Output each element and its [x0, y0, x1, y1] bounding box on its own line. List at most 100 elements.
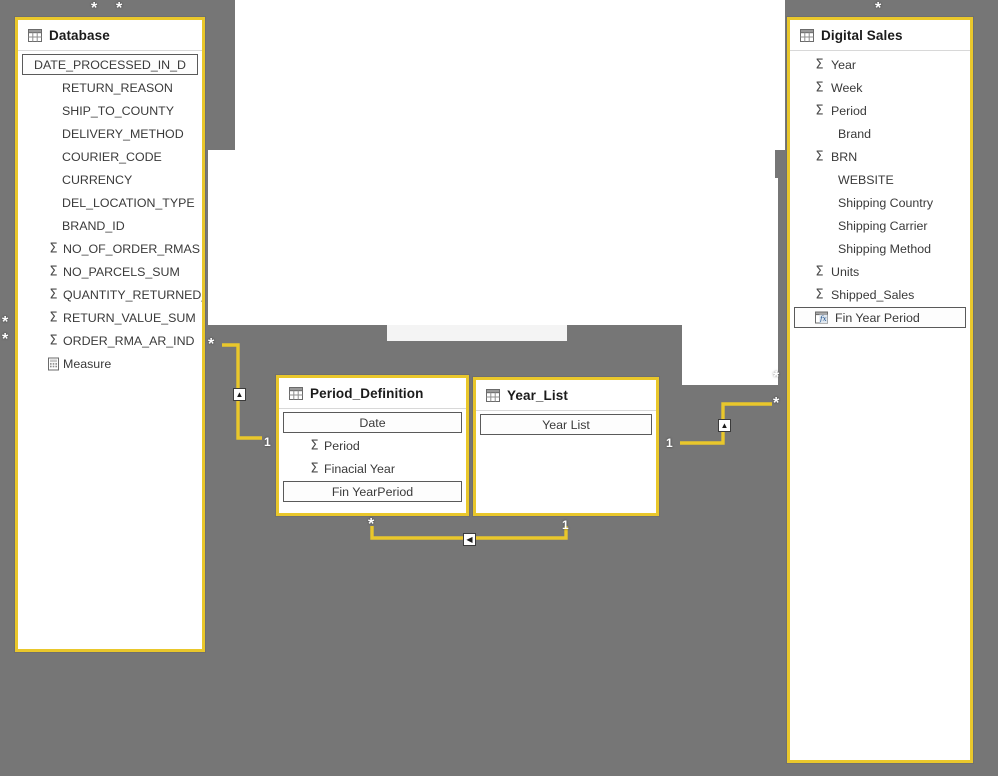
field-label: Units: [831, 264, 860, 279]
field-no-of-order-rmas[interactable]: Σ NO_OF_ORDER_RMAS: [18, 237, 202, 260]
cardinality-db-right-stub: *: [208, 336, 215, 353]
calculated-column-icon: fx: [814, 310, 829, 325]
cardinality-db-top-left: *: [91, 0, 98, 17]
field-shipped-sales[interactable]: Σ Shipped_Sales: [790, 283, 970, 306]
sigma-icon: Σ: [49, 264, 58, 279]
field-brn[interactable]: Σ BRN: [790, 145, 970, 168]
field-period[interactable]: Σ Period: [279, 434, 466, 457]
field-del-location-type[interactable]: DEL_LOCATION_TYPE: [18, 191, 202, 214]
crossfilter-arrow-period-yearlist[interactable]: ◀: [463, 533, 476, 546]
table-title: Year_List: [507, 388, 568, 403]
field-delivery-method[interactable]: DELIVERY_METHOD: [18, 122, 202, 145]
sigma-icon: Σ: [815, 80, 824, 95]
field-label: QUANTITY_RETURNED_: [63, 287, 202, 302]
field-label: Year: [831, 57, 857, 72]
table-header-digital-sales[interactable]: Digital Sales: [790, 20, 970, 51]
field-label: BRAND_ID: [62, 218, 125, 233]
field-shipping-carrier[interactable]: Shipping Carrier: [790, 214, 970, 237]
cardinality-period-bottom-star: *: [368, 516, 375, 533]
table-card-period-definition[interactable]: Period_Definition Date Σ Period Σ Finaci…: [276, 375, 469, 516]
cardinality-ds-left-upper-star: *: [773, 369, 780, 386]
sigma-icon: Σ: [49, 287, 58, 302]
field-label: Fin YearPeriod: [331, 484, 414, 499]
table-title: Digital Sales: [821, 28, 903, 43]
sigma-icon: Σ: [49, 333, 58, 348]
field-label: Period: [324, 438, 360, 453]
crossfilter-arrow-yearlist-digitalsales[interactable]: ▲: [718, 419, 731, 432]
field-label: Week: [831, 80, 863, 95]
table-icon: [486, 389, 500, 402]
field-label: CURRENCY: [62, 172, 133, 187]
table-card-year-list[interactable]: Year_List Year List: [473, 377, 659, 516]
field-label: Date: [359, 415, 386, 430]
field-week[interactable]: Σ Week: [790, 76, 970, 99]
field-website[interactable]: WEBSITE: [790, 168, 970, 191]
table-card-digital-sales[interactable]: Digital Sales Σ Year Σ Week Σ Period Bra…: [787, 17, 973, 763]
sigma-icon: Σ: [815, 287, 824, 302]
overlay-strip-faint: [387, 325, 567, 341]
table-title: Database: [49, 28, 110, 43]
field-label: NO_OF_ORDER_RMAS: [63, 241, 201, 256]
field-date[interactable]: Date: [283, 412, 462, 433]
cardinality-period-left-one: 1: [264, 435, 271, 449]
crossfilter-arrow-database-period[interactable]: ▲: [233, 388, 246, 401]
table-header-year-list[interactable]: Year_List: [476, 380, 656, 411]
field-label: Year List: [542, 417, 590, 432]
field-label: DATE_PROCESSED_IN_D: [34, 57, 186, 72]
field-year[interactable]: Σ Year: [790, 53, 970, 76]
field-ship-to-county[interactable]: SHIP_TO_COUNTY: [18, 99, 202, 122]
field-currency[interactable]: CURRENCY: [18, 168, 202, 191]
field-date-processed-in-d[interactable]: DATE_PROCESSED_IN_D: [22, 54, 198, 75]
field-shipping-country[interactable]: Shipping Country: [790, 191, 970, 214]
field-label: BRN: [831, 149, 858, 164]
field-period[interactable]: Σ Period: [790, 99, 970, 122]
table-title: Period_Definition: [310, 386, 424, 401]
field-measure[interactable]: Measure: [18, 352, 202, 375]
overlay-pane-upper: [235, 0, 785, 150]
model-canvas[interactable]: ▲ ◀ ▲ * * * * * 1 * 1 1 * * * Database D…: [0, 0, 998, 776]
field-fin-year-period[interactable]: fx Fin Year Period: [794, 307, 966, 328]
field-label: COURIER_CODE: [62, 149, 162, 164]
field-courier-code[interactable]: COURIER_CODE: [18, 145, 202, 168]
table-header-database[interactable]: Database: [18, 20, 202, 51]
field-finacial-year[interactable]: Σ Finacial Year: [279, 457, 466, 480]
field-quantity-returned[interactable]: Σ QUANTITY_RETURNED_: [18, 283, 202, 306]
field-label: NO_PARCELS_SUM: [63, 264, 180, 279]
field-label: Shipping Country: [838, 195, 934, 210]
cardinality-ds-left-lower-star: *: [773, 395, 780, 412]
table-header-period-definition[interactable]: Period_Definition: [279, 378, 466, 409]
field-label: Shipping Method: [838, 241, 931, 256]
field-order-rma-ar-ind[interactable]: Σ ORDER_RMA_AR_IND: [18, 329, 202, 352]
sigma-icon: Σ: [49, 310, 58, 325]
overlay-pane-right-lower: [682, 178, 778, 385]
svg-text:fx: fx: [819, 315, 827, 323]
field-label: Shipping Carrier: [838, 218, 928, 233]
field-return-value-sum[interactable]: Σ RETURN_VALUE_SUM: [18, 306, 202, 329]
field-year-list[interactable]: Year List: [480, 414, 652, 435]
table-card-database[interactable]: Database DATE_PROCESSED_IN_D RETURN_REAS…: [15, 17, 205, 652]
field-label: ORDER_RMA_AR_IND: [63, 333, 195, 348]
field-shipping-method[interactable]: Shipping Method: [790, 237, 970, 260]
field-label: RETURN_REASON: [62, 80, 173, 95]
sigma-icon: Σ: [815, 149, 824, 164]
field-brand-id[interactable]: BRAND_ID: [18, 214, 202, 237]
field-fin-yearperiod[interactable]: Fin YearPeriod: [283, 481, 462, 502]
cardinality-yearlist-bottom-one: 1: [562, 518, 569, 532]
field-return-reason[interactable]: RETURN_REASON: [18, 76, 202, 99]
field-label: Shipped_Sales: [831, 287, 915, 302]
sigma-icon: Σ: [49, 241, 58, 256]
table-icon: [800, 29, 814, 42]
cardinality-db-top-right: *: [116, 0, 123, 17]
field-no-parcels-sum[interactable]: Σ NO_PARCELS_SUM: [18, 260, 202, 283]
field-label: Finacial Year: [324, 461, 395, 476]
field-list-digital-sales: Σ Year Σ Week Σ Period Brand Σ BRN WEBSI…: [790, 51, 970, 328]
field-label: DEL_LOCATION_TYPE: [62, 195, 195, 210]
field-label: SHIP_TO_COUNTY: [62, 103, 174, 118]
field-label: Measure: [63, 356, 112, 371]
field-label: RETURN_VALUE_SUM: [63, 310, 196, 325]
table-icon: [289, 387, 303, 400]
sigma-icon: Σ: [815, 264, 824, 279]
field-units[interactable]: Σ Units: [790, 260, 970, 283]
field-brand[interactable]: Brand: [790, 122, 970, 145]
field-list-year-list: Year List: [476, 411, 656, 435]
